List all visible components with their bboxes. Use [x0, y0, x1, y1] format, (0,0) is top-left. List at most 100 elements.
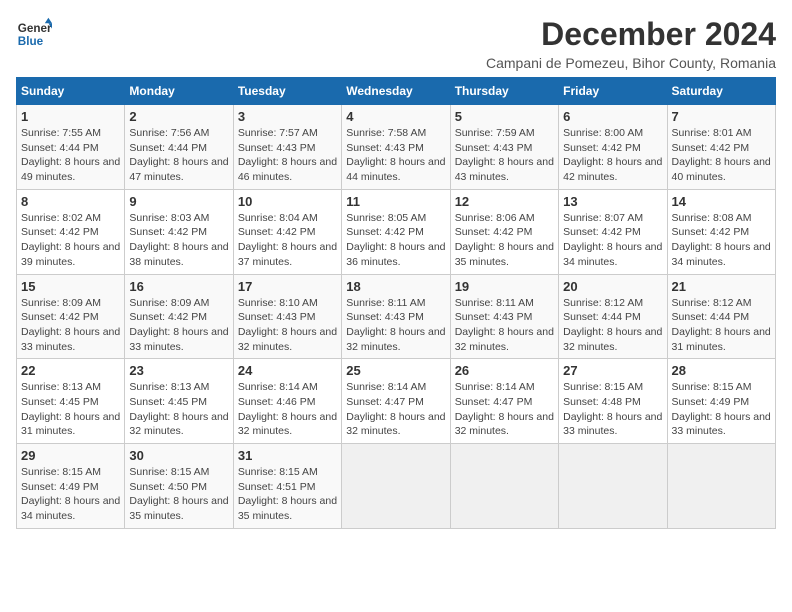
calendar-row: 1 Sunrise: 7:55 AMSunset: 4:44 PMDayligh… [17, 105, 776, 190]
day-number: 8 [21, 194, 120, 209]
calendar-row: 8 Sunrise: 8:02 AMSunset: 4:42 PMDayligh… [17, 189, 776, 274]
table-row: 10 Sunrise: 8:04 AMSunset: 4:42 PMDaylig… [233, 189, 341, 274]
day-number: 14 [672, 194, 771, 209]
day-info: Sunrise: 8:09 AMSunset: 4:42 PMDaylight:… [21, 297, 120, 353]
table-row: 14 Sunrise: 8:08 AMSunset: 4:42 PMDaylig… [667, 189, 775, 274]
col-monday: Monday [125, 78, 233, 105]
day-number: 24 [238, 363, 337, 378]
table-row: 22 Sunrise: 8:13 AMSunset: 4:45 PMDaylig… [17, 359, 125, 444]
table-row: 5 Sunrise: 7:59 AMSunset: 4:43 PMDayligh… [450, 105, 558, 190]
day-number: 1 [21, 109, 120, 124]
day-info: Sunrise: 8:15 AMSunset: 4:49 PMDaylight:… [21, 466, 120, 522]
day-number: 15 [21, 279, 120, 294]
day-number: 17 [238, 279, 337, 294]
day-info: Sunrise: 8:07 AMSunset: 4:42 PMDaylight:… [563, 212, 662, 268]
day-info: Sunrise: 8:05 AMSunset: 4:42 PMDaylight:… [346, 212, 445, 268]
table-row: 23 Sunrise: 8:13 AMSunset: 4:45 PMDaylig… [125, 359, 233, 444]
day-info: Sunrise: 8:09 AMSunset: 4:42 PMDaylight:… [129, 297, 228, 353]
day-info: Sunrise: 7:57 AMSunset: 4:43 PMDaylight:… [238, 127, 337, 183]
table-row: 24 Sunrise: 8:14 AMSunset: 4:46 PMDaylig… [233, 359, 341, 444]
day-number: 19 [455, 279, 554, 294]
table-row [559, 444, 667, 529]
day-info: Sunrise: 8:13 AMSunset: 4:45 PMDaylight:… [21, 381, 120, 437]
day-number: 20 [563, 279, 662, 294]
table-row: 16 Sunrise: 8:09 AMSunset: 4:42 PMDaylig… [125, 274, 233, 359]
day-number: 28 [672, 363, 771, 378]
day-info: Sunrise: 7:59 AMSunset: 4:43 PMDaylight:… [455, 127, 554, 183]
page-title: December 2024 [486, 16, 776, 53]
table-row [450, 444, 558, 529]
day-number: 16 [129, 279, 228, 294]
table-row: 9 Sunrise: 8:03 AMSunset: 4:42 PMDayligh… [125, 189, 233, 274]
table-row: 11 Sunrise: 8:05 AMSunset: 4:42 PMDaylig… [342, 189, 450, 274]
calendar-table: Sunday Monday Tuesday Wednesday Thursday… [16, 77, 776, 529]
day-number: 25 [346, 363, 445, 378]
day-number: 13 [563, 194, 662, 209]
day-info: Sunrise: 8:00 AMSunset: 4:42 PMDaylight:… [563, 127, 662, 183]
table-row: 25 Sunrise: 8:14 AMSunset: 4:47 PMDaylig… [342, 359, 450, 444]
page-header: General Blue December 2024 Campani de Po… [16, 16, 776, 71]
day-number: 11 [346, 194, 445, 209]
calendar-row: 15 Sunrise: 8:09 AMSunset: 4:42 PMDaylig… [17, 274, 776, 359]
day-info: Sunrise: 8:12 AMSunset: 4:44 PMDaylight:… [672, 297, 771, 353]
day-info: Sunrise: 7:55 AMSunset: 4:44 PMDaylight:… [21, 127, 120, 183]
table-row: 29 Sunrise: 8:15 AMSunset: 4:49 PMDaylig… [17, 444, 125, 529]
table-row: 17 Sunrise: 8:10 AMSunset: 4:43 PMDaylig… [233, 274, 341, 359]
logo-icon: General Blue [16, 16, 52, 52]
col-wednesday: Wednesday [342, 78, 450, 105]
table-row: 2 Sunrise: 7:56 AMSunset: 4:44 PMDayligh… [125, 105, 233, 190]
day-info: Sunrise: 8:15 AMSunset: 4:49 PMDaylight:… [672, 381, 771, 437]
table-row: 31 Sunrise: 8:15 AMSunset: 4:51 PMDaylig… [233, 444, 341, 529]
table-row: 4 Sunrise: 7:58 AMSunset: 4:43 PMDayligh… [342, 105, 450, 190]
day-info: Sunrise: 8:06 AMSunset: 4:42 PMDaylight:… [455, 212, 554, 268]
col-sunday: Sunday [17, 78, 125, 105]
day-info: Sunrise: 8:02 AMSunset: 4:42 PMDaylight:… [21, 212, 120, 268]
day-number: 18 [346, 279, 445, 294]
day-number: 5 [455, 109, 554, 124]
day-info: Sunrise: 8:03 AMSunset: 4:42 PMDaylight:… [129, 212, 228, 268]
day-info: Sunrise: 8:13 AMSunset: 4:45 PMDaylight:… [129, 381, 228, 437]
day-number: 29 [21, 448, 120, 463]
day-number: 7 [672, 109, 771, 124]
day-info: Sunrise: 8:11 AMSunset: 4:43 PMDaylight:… [346, 297, 445, 353]
table-row: 30 Sunrise: 8:15 AMSunset: 4:50 PMDaylig… [125, 444, 233, 529]
day-number: 9 [129, 194, 228, 209]
day-number: 21 [672, 279, 771, 294]
col-thursday: Thursday [450, 78, 558, 105]
table-row: 18 Sunrise: 8:11 AMSunset: 4:43 PMDaylig… [342, 274, 450, 359]
table-row: 20 Sunrise: 8:12 AMSunset: 4:44 PMDaylig… [559, 274, 667, 359]
col-tuesday: Tuesday [233, 78, 341, 105]
day-info: Sunrise: 8:08 AMSunset: 4:42 PMDaylight:… [672, 212, 771, 268]
table-row: 26 Sunrise: 8:14 AMSunset: 4:47 PMDaylig… [450, 359, 558, 444]
table-row: 19 Sunrise: 8:11 AMSunset: 4:43 PMDaylig… [450, 274, 558, 359]
table-row: 8 Sunrise: 8:02 AMSunset: 4:42 PMDayligh… [17, 189, 125, 274]
day-number: 23 [129, 363, 228, 378]
col-friday: Friday [559, 78, 667, 105]
day-number: 30 [129, 448, 228, 463]
col-saturday: Saturday [667, 78, 775, 105]
day-info: Sunrise: 8:15 AMSunset: 4:50 PMDaylight:… [129, 466, 228, 522]
table-row: 28 Sunrise: 8:15 AMSunset: 4:49 PMDaylig… [667, 359, 775, 444]
day-number: 26 [455, 363, 554, 378]
day-info: Sunrise: 8:10 AMSunset: 4:43 PMDaylight:… [238, 297, 337, 353]
day-info: Sunrise: 8:12 AMSunset: 4:44 PMDaylight:… [563, 297, 662, 353]
svg-text:Blue: Blue [18, 35, 44, 48]
day-info: Sunrise: 8:14 AMSunset: 4:47 PMDaylight:… [346, 381, 445, 437]
title-area: December 2024 Campani de Pomezeu, Bihor … [486, 16, 776, 71]
day-number: 3 [238, 109, 337, 124]
table-row: 3 Sunrise: 7:57 AMSunset: 4:43 PMDayligh… [233, 105, 341, 190]
day-info: Sunrise: 7:58 AMSunset: 4:43 PMDaylight:… [346, 127, 445, 183]
table-row: 27 Sunrise: 8:15 AMSunset: 4:48 PMDaylig… [559, 359, 667, 444]
day-info: Sunrise: 8:15 AMSunset: 4:51 PMDaylight:… [238, 466, 337, 522]
day-info: Sunrise: 7:56 AMSunset: 4:44 PMDaylight:… [129, 127, 228, 183]
day-info: Sunrise: 8:14 AMSunset: 4:47 PMDaylight:… [455, 381, 554, 437]
day-number: 2 [129, 109, 228, 124]
day-number: 27 [563, 363, 662, 378]
table-row: 6 Sunrise: 8:00 AMSunset: 4:42 PMDayligh… [559, 105, 667, 190]
page-subtitle: Campani de Pomezeu, Bihor County, Romani… [486, 55, 776, 71]
day-number: 10 [238, 194, 337, 209]
table-row: 13 Sunrise: 8:07 AMSunset: 4:42 PMDaylig… [559, 189, 667, 274]
table-row [342, 444, 450, 529]
table-row: 15 Sunrise: 8:09 AMSunset: 4:42 PMDaylig… [17, 274, 125, 359]
table-row [667, 444, 775, 529]
